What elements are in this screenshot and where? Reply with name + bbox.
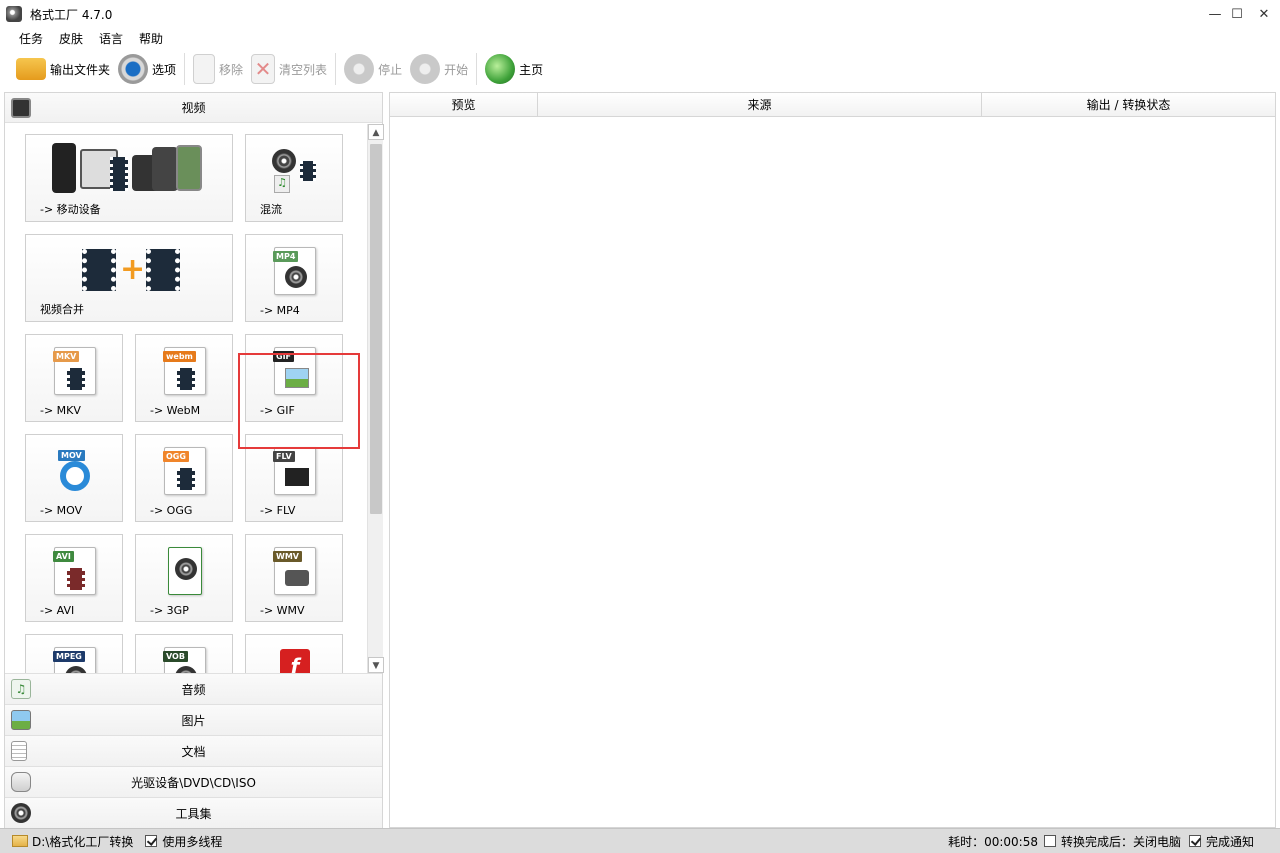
toolbar-separator [184,53,186,85]
menu-help[interactable]: 帮助 [139,30,163,47]
mpeg-file-icon: MPEG [53,647,96,673]
title-bar: 格式工厂 4.7.0 [0,0,1280,28]
flash-icon: f [280,649,310,673]
scroll-thumb[interactable] [370,144,382,514]
wmv-file-icon: WMV [273,547,316,595]
disc-drive-icon [11,772,31,792]
start-button[interactable]: 开始 [406,52,472,86]
film-clapper-icon [11,98,31,118]
ogg-file-icon: OGG [163,447,206,495]
scroll-down-arrow[interactable]: ▼ [368,657,384,673]
vob-file-icon: VOB [163,647,206,673]
picture-icon [11,710,31,730]
close-button[interactable]: ✕ [1249,0,1279,28]
globe-search-icon [485,54,516,84]
app-icon [6,6,22,22]
music-note-icon: ♫ [11,679,31,699]
tile-vob[interactable]: VOB [135,634,233,673]
mkv-file-icon: MKV [53,347,96,395]
tile-mp4[interactable]: MP4 -> MP4 [245,234,343,322]
clear-list-icon: ✕ [251,54,276,84]
tile-mov[interactable]: MOV -> MOV [25,434,123,522]
tile-video-merge[interactable]: + 视频合并 [25,234,233,322]
flv-file-icon: FLV [273,447,316,495]
menu-skin[interactable]: 皮肤 [59,30,83,47]
shutdown-checkbox[interactable] [1043,835,1056,847]
tile-mpeg[interactable]: MPEG [25,634,123,673]
stop-icon [344,54,375,84]
options-button[interactable]: 选项 [114,52,180,86]
column-output-status[interactable]: 输出 / 转换状态 [982,93,1275,117]
menu-bar: 任务 皮肤 语言 帮助 [0,28,1280,48]
tile-wmv[interactable]: WMV -> WMV [245,534,343,622]
toolbar-separator [335,53,337,85]
remove-button[interactable]: 移除 [189,52,247,86]
tile-mux[interactable]: ♫ 混流 [245,134,343,222]
toolbar: 输出文件夹 选项 移除 ✕ 清空列表 停止 开始 主页 [0,48,1280,90]
multithread-label: 使用多线程 [162,834,223,849]
category-image[interactable]: 图片 [5,704,382,735]
folder-small-icon [12,835,28,847]
tile-avi[interactable]: AVI -> AVI [25,534,123,622]
category-list: ♫ 音频 图片 文档 光驱设备\DVD\CD\ISO 工具集 [5,673,382,828]
window-title: 格式工厂 4.7.0 [30,7,113,22]
status-bar: D:\格式化工厂转换 使用多线程 耗时：00:00:58 转换完成后：关闭电脑 … [0,828,1280,853]
notify-label: 完成通知 [1205,834,1254,849]
remove-doc-icon [193,54,216,84]
webm-file-icon: webm [163,347,206,395]
gear-icon [118,54,149,84]
shutdown-label: 转换完成后：关闭电脑 [1060,834,1181,849]
tile-3gp[interactable]: -> 3GP [135,534,233,622]
video-format-grid: -> 移动设备 ♫ 混流 + 视频合并 MP4 -> MP4 MKV -> MK… [5,124,367,673]
3gp-file-icon [168,547,202,595]
toolbar-separator [476,53,478,85]
stop-button[interactable]: 停止 [340,52,406,86]
grid-scrollbar[interactable]: ▲ ▼ [367,124,384,673]
tile-mobile-device[interactable]: -> 移动设备 [25,134,233,222]
menu-task[interactable]: 任务 [19,30,43,47]
toolbox-reel-icon [11,803,31,823]
folder-icon [16,58,46,80]
avi-file-icon: AVI [53,547,96,595]
home-button[interactable]: 主页 [481,52,547,86]
mobile-devices-icon [52,143,202,195]
output-folder-button[interactable]: 输出文件夹 [12,52,114,86]
selected-highlight [238,353,360,449]
multithread-checkbox[interactable] [145,835,158,847]
tile-ogg[interactable]: OGG -> OGG [135,434,233,522]
category-panel: 视频 -> 移动设备 ♫ 混流 + 视频合并 MP4 -> MP4 MKV ->… [4,92,384,828]
mov-file-icon: MOV [54,447,96,495]
document-icon [11,741,27,761]
notify-checkbox[interactable] [1188,835,1201,847]
start-icon [410,54,441,84]
tile-swf[interactable]: f [245,634,343,673]
scroll-up-arrow[interactable]: ▲ [368,124,384,140]
menu-language[interactable]: 语言 [99,30,123,47]
mux-icon: ♫ [272,149,320,195]
tile-mkv[interactable]: MKV -> MKV [25,334,123,422]
category-tools[interactable]: 工具集 [5,797,382,828]
elapsed-time: 耗时：00:00:58 [948,834,1038,849]
category-video-header[interactable]: 视频 [5,93,382,123]
output-path[interactable]: D:\格式化工厂转换 [32,833,133,850]
category-document[interactable]: 文档 [5,735,382,766]
category-audio[interactable]: ♫ 音频 [5,673,382,704]
category-disc[interactable]: 光驱设备\DVD\CD\ISO [5,766,382,797]
column-source[interactable]: 来源 [538,93,982,117]
video-merge-icon: + [82,249,182,291]
task-list[interactable]: 预览 来源 输出 / 转换状态 [389,92,1276,828]
mp4-file-icon: MP4 [273,247,316,295]
column-preview[interactable]: 预览 [390,93,538,117]
tile-webm[interactable]: webm -> WebM [135,334,233,422]
clear-list-button[interactable]: ✕ 清空列表 [247,52,331,86]
maximize-button[interactable]: ☐ [1222,0,1252,28]
